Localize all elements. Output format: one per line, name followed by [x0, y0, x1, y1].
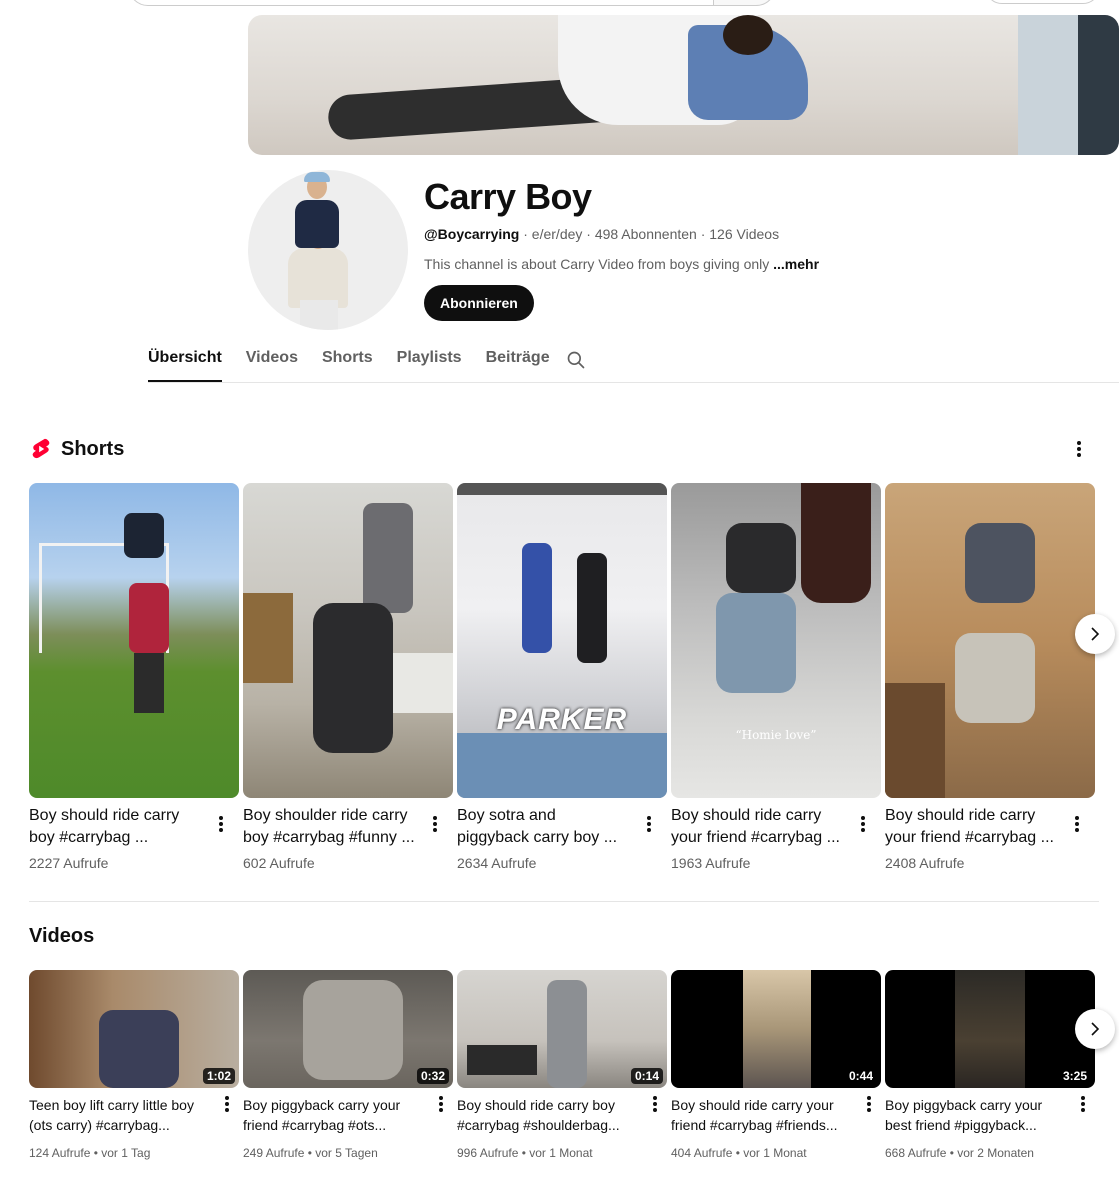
video-meta: 249 Aufrufe • vor 5 Tagen [243, 1146, 378, 1160]
short-views: 1963 Aufrufe [671, 855, 751, 871]
short-thumbnail[interactable] [29, 483, 239, 798]
short-overlay-text: PARKER [496, 703, 628, 736]
video-meta: 124 Aufrufe • vor 1 Tag [29, 1146, 151, 1160]
short-menu-icon[interactable] [851, 812, 875, 836]
short-views: 2634 Aufrufe [457, 855, 537, 871]
short-menu-icon[interactable] [637, 812, 661, 836]
videos-section-title[interactable]: Videos [29, 925, 94, 948]
subscribe-button[interactable]: Abonnieren [424, 285, 534, 321]
channel-avatar[interactable] [248, 170, 408, 330]
video-duration: 1:02 [202, 1068, 235, 1084]
short-overlay-text: “Homie love” [735, 728, 817, 742]
short-thumbnail[interactable]: “Homie love” [671, 483, 881, 798]
channel-description[interactable]: This channel is about Carry Video from b… [424, 256, 819, 272]
section-divider [29, 901, 1099, 902]
video-menu-icon[interactable] [857, 1092, 881, 1116]
video-thumbnail[interactable]: 1:02 [29, 970, 239, 1088]
short-menu-icon[interactable] [1065, 812, 1089, 836]
channel-tabs: Übersicht Videos Shorts Playlists Beiträ… [148, 340, 574, 382]
shorts-menu-icon[interactable] [1067, 437, 1091, 461]
search-icon[interactable] [566, 350, 586, 370]
channel-handle: @Boycarrying [424, 226, 520, 242]
video-title[interactable]: Boy should ride carry boy #carrybag #shou… [457, 1095, 620, 1135]
short-views: 2408 Aufrufe [885, 855, 965, 871]
more-link[interactable]: ...mehr [773, 256, 819, 272]
channel-name: Carry Boy [424, 176, 592, 217]
tabs-divider [148, 382, 1119, 383]
sign-in-button[interactable] [985, 0, 1100, 4]
video-menu-icon[interactable] [429, 1092, 453, 1116]
video-thumbnail[interactable]: 0:32 [243, 970, 453, 1088]
search-bar[interactable] [128, 0, 776, 6]
short-menu-icon[interactable] [209, 812, 233, 836]
tab-playlists[interactable]: Playlists [397, 340, 462, 382]
video-thumbnail[interactable]: 0:44 [671, 970, 881, 1088]
tab-videos[interactable]: Videos [246, 340, 298, 382]
video-title[interactable]: Teen boy lift carry little boy (ots carry… [29, 1095, 194, 1135]
video-duration: 3:25 [1058, 1068, 1091, 1084]
shorts-section-title[interactable]: Shorts [61, 438, 124, 461]
video-meta: 996 Aufrufe • vor 1 Monat [457, 1146, 593, 1160]
channel-stats: · e/er/dey · 498 Abonnenten · 126 Videos [519, 226, 780, 242]
short-title[interactable]: Boy should ride carry your friend #carryb… [885, 805, 1054, 849]
video-title[interactable]: Boy piggyback carry your best friend #pig… [885, 1095, 1042, 1135]
video-menu-icon[interactable] [643, 1092, 667, 1116]
chevron-right-icon [1091, 627, 1100, 641]
short-thumbnail[interactable] [885, 483, 1095, 798]
chevron-right-icon [1091, 1022, 1100, 1036]
search-button[interactable] [713, 0, 776, 6]
shorts-next-button[interactable] [1075, 614, 1115, 654]
short-thumbnail[interactable]: PARKER [457, 483, 667, 798]
video-meta: 404 Aufrufe • vor 1 Monat [671, 1146, 807, 1160]
video-title[interactable]: Boy should ride carry your friend #carryb… [671, 1095, 838, 1135]
video-meta: 668 Aufrufe • vor 2 Monaten [885, 1146, 1034, 1160]
tab-posts[interactable]: Beiträge [486, 340, 550, 382]
short-views: 602 Aufrufe [243, 855, 315, 871]
short-title[interactable]: Boy should ride carry boy #carrybag ... [29, 805, 179, 849]
short-title[interactable]: Boy shoulder ride carry boy #carrybag #fu… [243, 805, 415, 849]
video-menu-icon[interactable] [215, 1092, 239, 1116]
shorts-icon [32, 438, 50, 459]
short-title[interactable]: Boy should ride carry your friend #carryb… [671, 805, 840, 849]
tab-shorts[interactable]: Shorts [322, 340, 373, 382]
short-views: 2227 Aufrufe [29, 855, 109, 871]
video-duration: 0:44 [844, 1068, 877, 1084]
video-thumbnail[interactable]: 3:25 [885, 970, 1095, 1088]
tab-overview[interactable]: Übersicht [148, 340, 222, 382]
video-duration: 0:14 [630, 1068, 663, 1084]
videos-next-button[interactable] [1075, 1009, 1115, 1049]
short-title[interactable]: Boy sotra and piggyback carry boy ... [457, 805, 617, 849]
channel-meta: @Boycarrying · e/er/dey · 498 Abonnenten… [424, 226, 779, 242]
video-thumbnail[interactable]: 0:14 [457, 970, 667, 1088]
video-menu-icon[interactable] [1071, 1092, 1095, 1116]
channel-banner [248, 15, 1119, 155]
video-title[interactable]: Boy piggyback carry your friend #carrybag… [243, 1095, 400, 1135]
short-thumbnail[interactable] [243, 483, 453, 798]
description-text: This channel is about Carry Video from b… [424, 256, 774, 272]
short-menu-icon[interactable] [423, 812, 447, 836]
video-duration: 0:32 [416, 1068, 449, 1084]
